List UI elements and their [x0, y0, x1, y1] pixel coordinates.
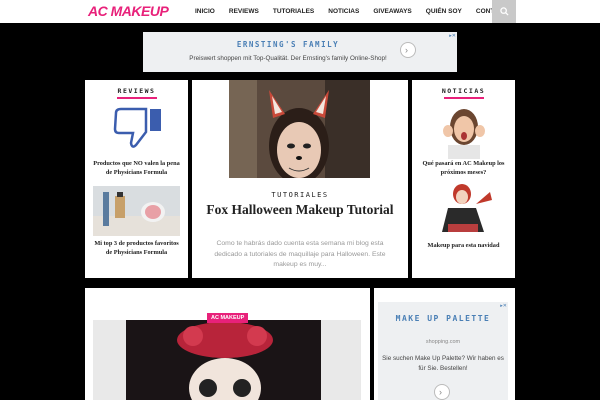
featured-excerpt: Como te habrás dado cuenta esta semana m…	[214, 240, 386, 268]
ad-arrow-button[interactable]: ›	[434, 384, 450, 400]
search-button[interactable]	[492, 0, 516, 23]
ad-banner-top[interactable]: ERNSTING'S FAMILY Preiswert shoppen mit …	[143, 32, 457, 72]
surprised-woman-photo[interactable]	[426, 103, 502, 159]
search-icon	[500, 7, 509, 16]
site-logo[interactable]: AC MAKEUP	[88, 3, 169, 19]
ad-choices-icon[interactable]: ▸✕	[449, 33, 456, 39]
ad-title: ERNSTING'S FAMILY	[236, 40, 340, 49]
top-navigation-bar: AC MAKEUP INICIO REVIEWS TUTORIALES NOTI…	[0, 0, 600, 23]
nav-item-inicio[interactable]: INICIO	[188, 0, 222, 23]
review-item-title[interactable]: Productos que NO valen la pena de Physic…	[93, 160, 180, 177]
news-item-title[interactable]: Makeup para esta navidad	[420, 242, 507, 251]
second-post-panel	[85, 288, 370, 400]
noticias-panel: NOTICIAS Qué pasará en AC Makeup los pró…	[412, 80, 515, 278]
christmas-girl-photo[interactable]	[428, 180, 500, 238]
reviews-panel: REVIEWS Productos que NO valen la pena d…	[85, 80, 188, 278]
category-badge[interactable]: AC MAKEUP	[207, 313, 249, 323]
news-item-title[interactable]: Qué pasará en AC Makeup los próximos mes…	[420, 160, 507, 177]
chevron-right-icon: ›	[405, 45, 408, 55]
thumbs-down-image[interactable]	[112, 105, 164, 151]
nav-item-reviews[interactable]: REVIEWS	[222, 0, 266, 23]
nav-item-quien-soy[interactable]: QUIÉN SOY	[419, 0, 469, 23]
ad-domain: shopping.com	[425, 339, 461, 345]
noticias-heading: NOTICIAS	[412, 87, 515, 99]
ad-banner-side[interactable]: MAKE UP PALETTE shopping.com Sie suchen …	[378, 302, 508, 400]
featured-title[interactable]: Fox Halloween Makeup Tutorial	[192, 202, 408, 218]
ad-arrow-button[interactable]: ›	[400, 42, 416, 58]
ad-title: MAKE UP PALETTE	[395, 314, 491, 323]
review-item-title[interactable]: Mi top 3 de productos favoritos de Physi…	[93, 240, 180, 257]
chevron-right-icon: ›	[439, 387, 442, 397]
reviews-heading: REVIEWS	[85, 87, 188, 99]
ad-choices-icon[interactable]: ▸✕	[500, 303, 507, 309]
skull-makeup-photo[interactable]	[93, 318, 361, 400]
ad-subtitle: Preiswert shoppen mit Top-Qualität. Der …	[189, 55, 387, 62]
featured-category[interactable]: TUTORIALES	[192, 191, 408, 199]
nav-item-giveaways[interactable]: GIVEAWAYS	[366, 0, 418, 23]
nav-item-noticias[interactable]: NOTICIAS	[321, 0, 366, 23]
ad-text: Sie suchen Make Up Palette? Wir haben es…	[382, 355, 504, 372]
fox-makeup-photo[interactable]	[229, 80, 370, 184]
product-photo[interactable]	[93, 186, 180, 236]
main-nav: INICIO REVIEWS TUTORIALES NOTICIAS GIVEA…	[188, 0, 519, 23]
nav-item-tutoriales[interactable]: TUTORIALES	[266, 0, 321, 23]
